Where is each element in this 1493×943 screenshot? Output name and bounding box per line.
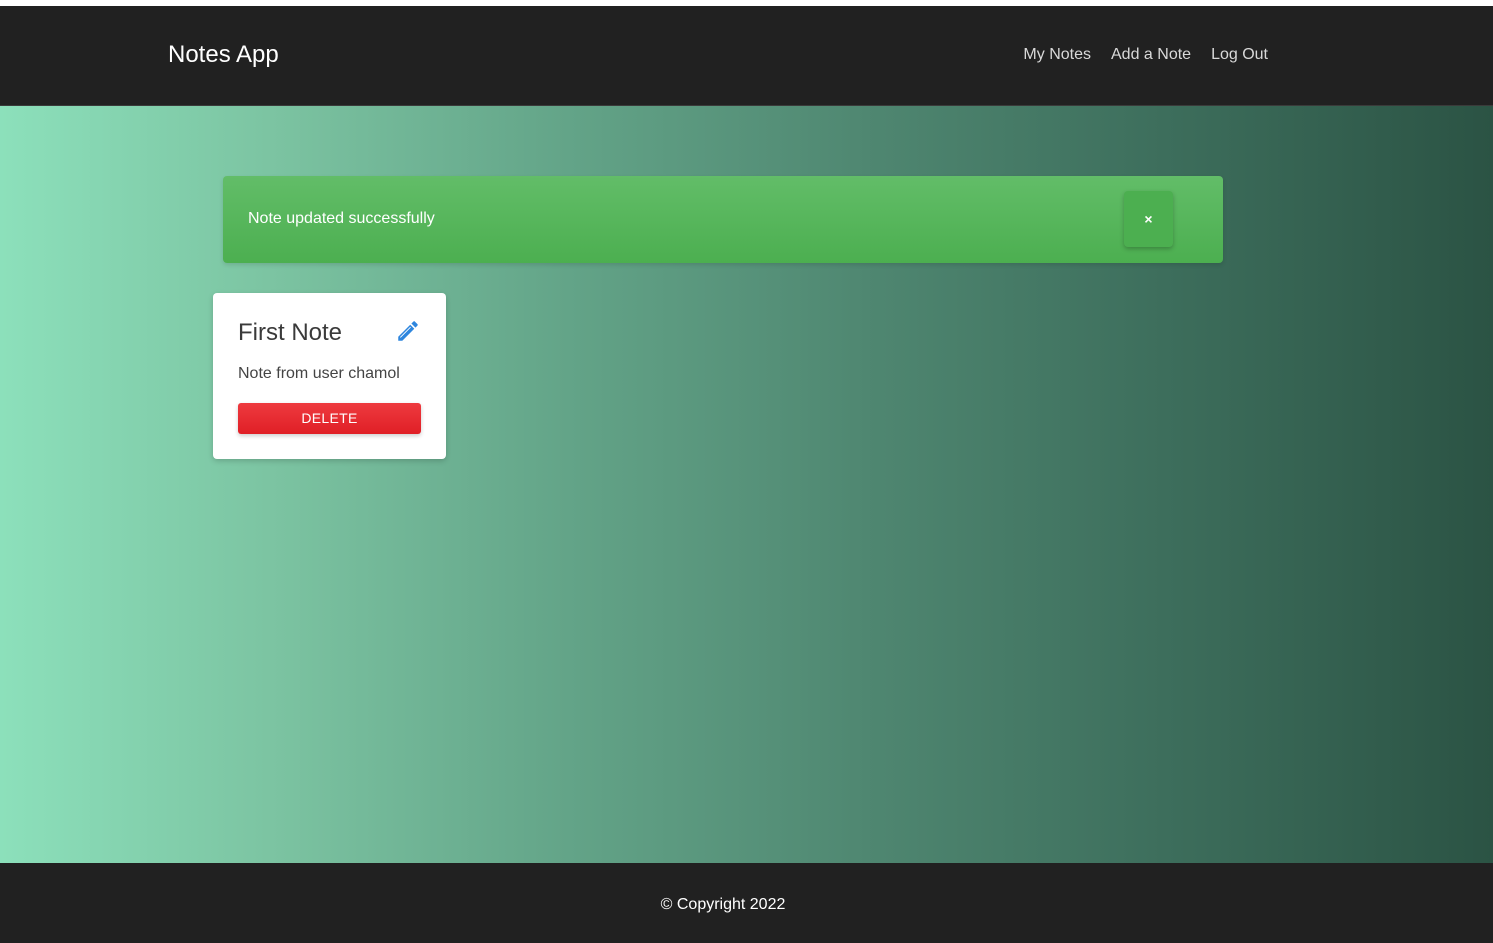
note-card: First Note Note from user chamol DELETE: [213, 293, 446, 459]
nav-link-add-note[interactable]: Add a Note: [1111, 45, 1191, 65]
alert-close-button[interactable]: ×: [1124, 191, 1173, 247]
nav-link-log-out[interactable]: Log Out: [1211, 45, 1268, 65]
brand-link[interactable]: Notes App: [168, 41, 279, 69]
alert-message: Note updated successfully: [248, 210, 435, 227]
copyright-text: © Copyright 2022: [660, 896, 786, 913]
main-content: Note updated successfully × First Note N…: [0, 106, 1493, 863]
success-alert: Note updated successfully ×: [223, 176, 1223, 263]
pencil-icon[interactable]: [395, 318, 421, 344]
nav-link-my-notes[interactable]: My Notes: [1023, 45, 1091, 65]
footer: © Copyright 2022: [0, 863, 1493, 943]
delete-button[interactable]: DELETE: [238, 403, 421, 434]
navbar: Notes App My Notes Add a Note Log Out: [0, 6, 1493, 106]
note-title: First Note: [238, 319, 343, 346]
note-body: Note from user chamol: [238, 365, 400, 382]
nav-links: My Notes Add a Note Log Out: [1023, 45, 1268, 65]
